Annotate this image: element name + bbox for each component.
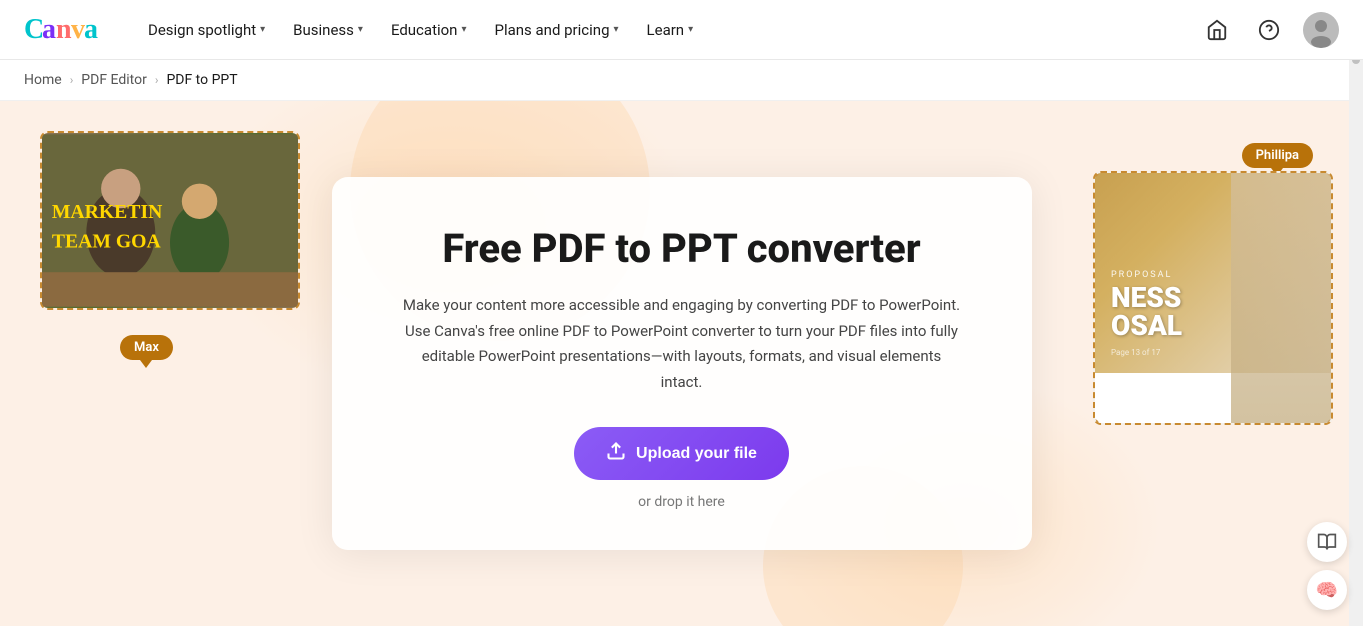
breadcrumb-sep-2: › bbox=[155, 73, 159, 87]
upload-icon bbox=[606, 441, 626, 466]
scrollbar[interactable] bbox=[1349, 0, 1363, 626]
upload-button-label: Upload your file bbox=[636, 445, 757, 463]
book-button[interactable] bbox=[1307, 522, 1347, 562]
hero-section: MARKETIN TEAM GOA Max Free PDF to PPT co… bbox=[0, 101, 1363, 626]
deco-left-card-container: MARKETIN TEAM GOA Max bbox=[40, 131, 300, 310]
chevron-down-icon: ▾ bbox=[614, 24, 619, 35]
nav-design-spotlight[interactable]: Design spotlight ▾ bbox=[136, 13, 277, 47]
deco-left-card: MARKETIN TEAM GOA bbox=[40, 131, 300, 310]
user-avatar[interactable] bbox=[1303, 12, 1339, 48]
drop-text: or drop it here bbox=[638, 494, 725, 510]
deco-right-card: PROPOSAL NESS OSAL Page 13 of 17 bbox=[1093, 171, 1333, 425]
nav-education[interactable]: Education ▾ bbox=[379, 13, 479, 47]
brain-button[interactable]: 🧠 bbox=[1307, 570, 1347, 610]
nav-right bbox=[1199, 12, 1339, 48]
breadcrumb-sep-1: › bbox=[70, 73, 74, 87]
canva-logo[interactable]: C a n v a bbox=[24, 12, 104, 48]
upload-file-button[interactable]: Upload your file bbox=[574, 427, 789, 480]
svg-text:MARKETIN: MARKETIN bbox=[52, 201, 162, 223]
svg-text:a: a bbox=[42, 14, 56, 44]
nav-business[interactable]: Business ▾ bbox=[281, 13, 375, 47]
nav-plans-pricing[interactable]: Plans and pricing ▾ bbox=[483, 13, 631, 47]
page-description: Make your content more accessible and en… bbox=[402, 293, 962, 395]
svg-text:v: v bbox=[71, 14, 85, 44]
breadcrumb-current: PDF to PPT bbox=[166, 72, 237, 88]
main-converter-card: Free PDF to PPT converter Make your cont… bbox=[332, 177, 1032, 550]
deco-left-card-image: MARKETIN TEAM GOA bbox=[42, 133, 298, 308]
breadcrumb: Home › PDF Editor › PDF to PPT bbox=[0, 60, 1363, 101]
max-badge: Max bbox=[120, 335, 173, 360]
brain-icon: 🧠 bbox=[1316, 580, 1338, 601]
help-icon[interactable] bbox=[1251, 12, 1287, 48]
svg-text:n: n bbox=[56, 14, 72, 44]
chevron-down-icon: ▾ bbox=[358, 24, 363, 35]
home-icon[interactable] bbox=[1199, 12, 1235, 48]
breadcrumb-home[interactable]: Home bbox=[24, 72, 62, 88]
navbar: C a n v a Design spotlight ▾ Business ▾ … bbox=[0, 0, 1363, 60]
chevron-down-icon: ▾ bbox=[688, 24, 693, 35]
svg-text:a: a bbox=[84, 14, 98, 44]
nav-learn[interactable]: Learn ▾ bbox=[635, 13, 706, 47]
page-title: Free PDF to PPT converter bbox=[392, 225, 972, 273]
svg-text:TEAM GOA: TEAM GOA bbox=[52, 231, 162, 253]
deco-right-card-inner: PROPOSAL NESS OSAL Page 13 of 17 bbox=[1095, 173, 1331, 373]
floating-buttons: 🧠 bbox=[1307, 522, 1347, 610]
breadcrumb-pdf-editor[interactable]: PDF Editor bbox=[81, 72, 147, 88]
nav-items: Design spotlight ▾ Business ▾ Education … bbox=[136, 13, 1199, 47]
deco-right-card-container: Phillipa PROPOSAL NESS OSAL Page 13 of 1… bbox=[1093, 161, 1333, 425]
chevron-down-icon: ▾ bbox=[461, 24, 466, 35]
chevron-down-icon: ▾ bbox=[260, 24, 265, 35]
phillipa-badge: Phillipa bbox=[1242, 143, 1313, 168]
